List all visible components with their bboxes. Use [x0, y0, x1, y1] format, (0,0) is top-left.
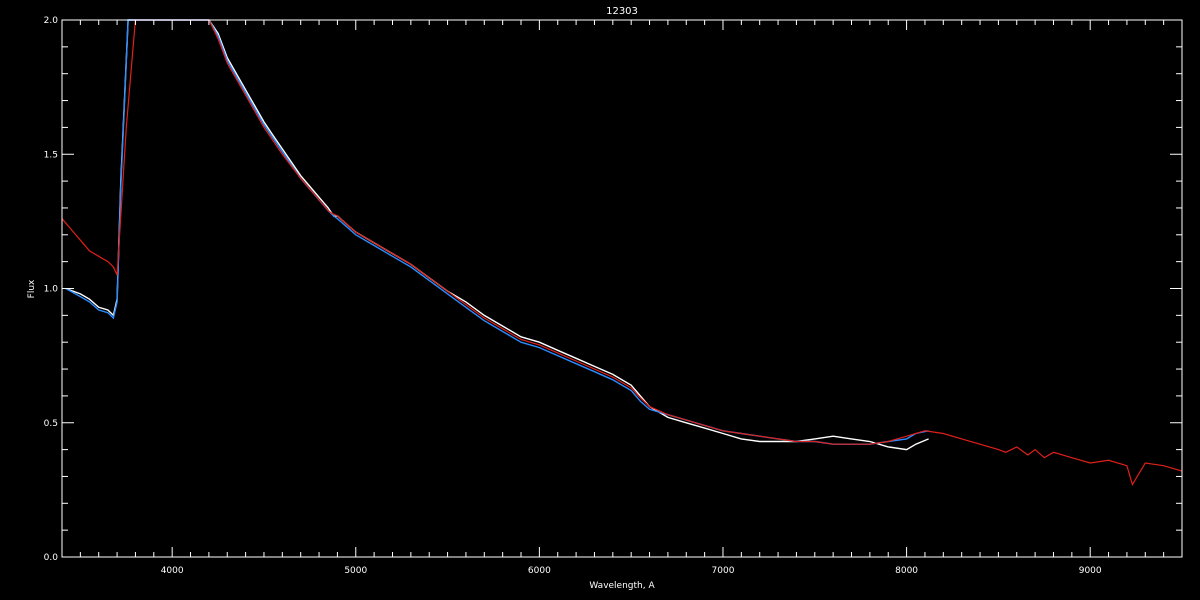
spectrum-plot: 4000 5000 6000 7000 8000 90000.00.51.01.52.0 …: [0, 0, 1200, 600]
plot-background: [0, 0, 1200, 600]
x-tick-label: 8000: [895, 566, 918, 576]
y-tick-label: 0.5: [44, 419, 58, 429]
x-tick-label: 9000: [1079, 566, 1102, 576]
x-tick-label: 6000: [528, 566, 551, 576]
x-axis-label: Wavelength, A: [589, 581, 655, 591]
chart-title: 12303: [606, 6, 638, 17]
x-tick-label: 4000: [161, 566, 184, 576]
y-axis-label: Flux: [27, 279, 37, 298]
y-tick-label: 1.0: [44, 285, 59, 295]
x-tick-label: 7000: [712, 566, 735, 576]
y-tick-label: 0.0: [44, 553, 59, 563]
x-tick-label: 5000: [344, 566, 367, 576]
y-tick-label: 1.5: [44, 150, 58, 160]
y-tick-label: 2.0: [44, 16, 59, 26]
